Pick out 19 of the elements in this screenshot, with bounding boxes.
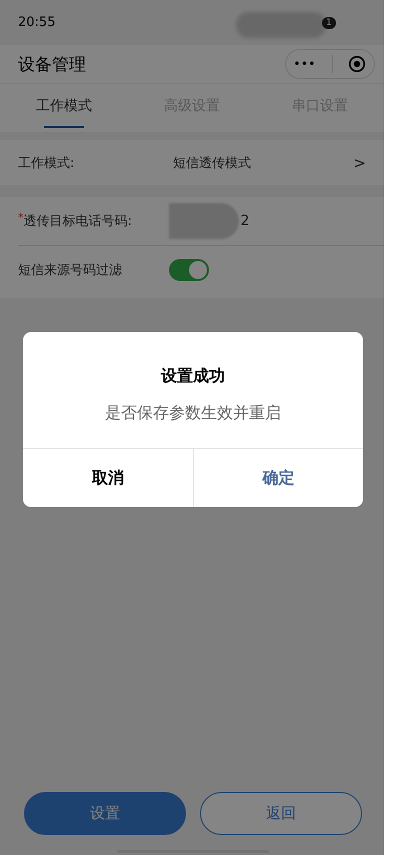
status-time: 20:55 xyxy=(18,15,56,30)
dialog-message: 是否保存参数生效并重启 xyxy=(104,403,282,424)
field-label: 工作模式: xyxy=(18,154,76,172)
back-button[interactable]: 返回 xyxy=(200,792,362,835)
mode-row[interactable]: 工作模式: 短信透传模式 > xyxy=(0,140,384,185)
chevron-text: > xyxy=(353,154,366,172)
dialog-title: 设置成功 xyxy=(160,366,226,387)
confirm-button[interactable]: 确定 xyxy=(192,449,363,507)
page-title: 设备管理 xyxy=(18,54,86,76)
set-button[interactable]: 设置 xyxy=(24,792,186,835)
required-mark: * xyxy=(18,211,24,224)
phone-value[interactable]: 2 xyxy=(240,213,250,229)
tab[interactable]: 工作模式 xyxy=(0,84,128,132)
filter-switch[interactable] xyxy=(169,259,209,281)
mode-value: 短信透传模式 xyxy=(173,154,252,172)
field-label: 短信来源号码过滤 xyxy=(18,262,123,279)
battery-level: 1 xyxy=(322,17,336,29)
field-label: 透传目标电话号码: xyxy=(24,213,133,230)
more-button[interactable]: ••• xyxy=(294,58,316,70)
